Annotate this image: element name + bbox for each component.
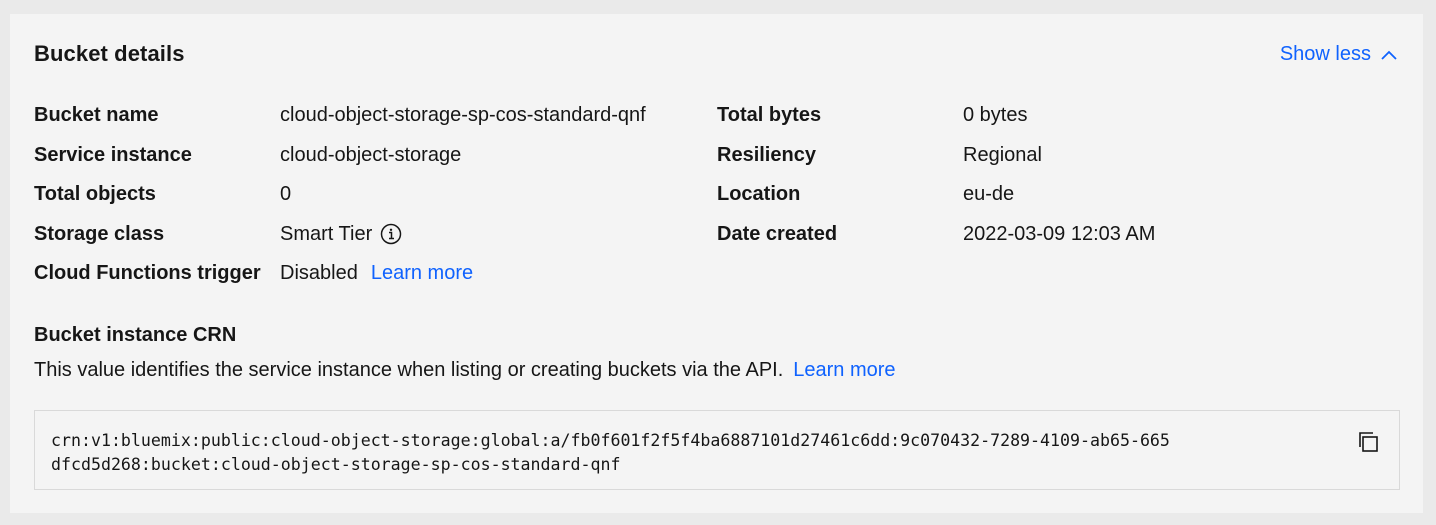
crn-text-line-2: dfcd5d268:bucket:cloud-object-storage-sp… — [51, 455, 621, 474]
chevron-up-icon — [1381, 50, 1397, 60]
crn-learn-more-link[interactable]: Learn more — [793, 359, 895, 381]
crn-section-heading: Bucket instance CRN — [34, 324, 237, 346]
service-instance-value: cloud-object-storage — [280, 144, 462, 166]
total-bytes-label: Total bytes — [717, 104, 822, 126]
bucket-details-card: Bucket details Show less Bucket name clo… — [10, 14, 1423, 513]
storage-class-value: Smart Tier — [280, 223, 373, 245]
bucket-name-label: Bucket name — [34, 104, 159, 126]
storage-class-label: Storage class — [34, 223, 165, 245]
cloud-functions-trigger-value: Disabled — [280, 262, 358, 284]
date-created-label: Date created — [717, 223, 838, 245]
total-objects-label: Total objects — [34, 183, 156, 205]
crn-section-description: This value identifies the service instan… — [34, 359, 784, 381]
card-title: Bucket details — [34, 41, 185, 66]
cloud-functions-trigger-value-group: Disabled Learn more — [280, 260, 473, 286]
date-created-value: 2022-03-09 12:03 AM — [963, 223, 1156, 245]
storage-class-value-group: Smart Tier — [280, 221, 402, 247]
resiliency-label: Resiliency — [717, 144, 816, 166]
location-label: Location — [717, 183, 801, 205]
cloud-functions-trigger-label: Cloud Functions trigger — [34, 262, 261, 284]
crn-text-line-1: crn:v1:bluemix:public:cloud-object-stora… — [51, 431, 1170, 450]
total-objects-value: 0 — [280, 183, 292, 205]
total-bytes-value: 0 bytes — [963, 104, 1028, 126]
crn-section-description-group: This value identifies the service instan… — [34, 359, 896, 382]
service-instance-label: Service instance — [34, 144, 192, 166]
toggle-label: Show less — [1279, 43, 1371, 65]
info-icon[interactable] — [380, 223, 402, 245]
crn-text[interactable]: crn:v1:bluemix:public:cloud-object-stora… — [51, 429, 1341, 477]
copy-icon[interactable] — [1355, 429, 1381, 455]
cloud-functions-learn-more-link[interactable]: Learn more — [371, 260, 473, 286]
crn-code-box: crn:v1:bluemix:public:cloud-object-stora… — [34, 410, 1400, 490]
location-value: eu-de — [963, 183, 1015, 205]
bucket-name-value: cloud-object-storage-sp-cos-standard-qnf — [280, 104, 646, 126]
resiliency-value: Regional — [963, 144, 1042, 166]
show-less-toggle[interactable]: Show less — [1280, 43, 1397, 66]
